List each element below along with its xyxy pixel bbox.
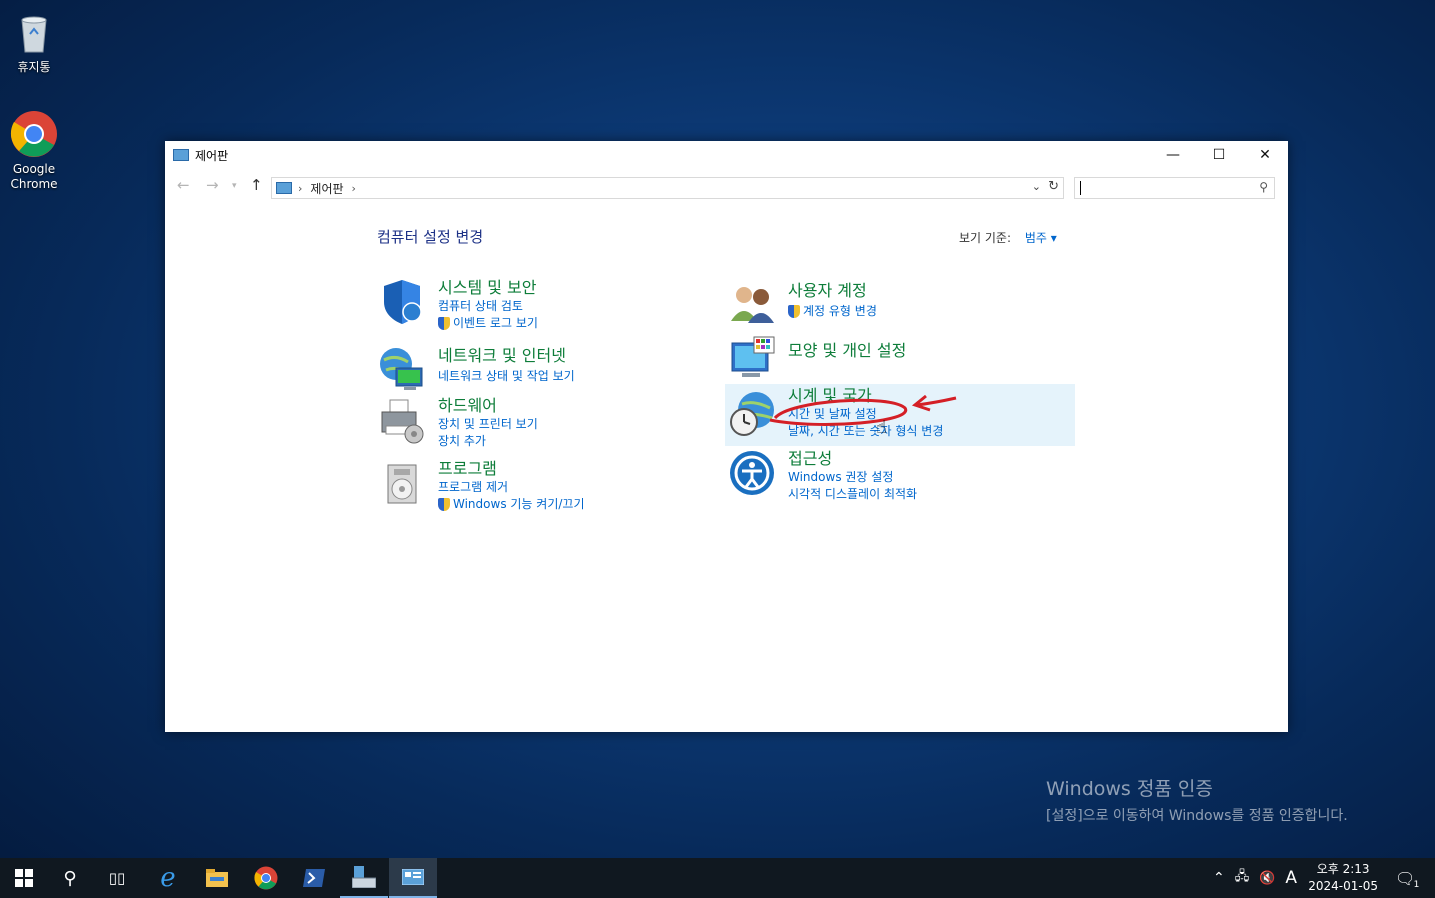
activation-title: Windows 정품 인증 (1046, 778, 1213, 800)
recycle-bin-desktop-icon[interactable]: 휴지통 (1, 8, 67, 75)
up-arrow-icon[interactable]: ↑ (250, 176, 263, 194)
maximize-button[interactable]: ☐ (1196, 141, 1242, 169)
ime-indicator[interactable]: A (1285, 868, 1297, 888)
breadcrumb-separator: › (298, 181, 303, 195)
clock-date: 2024-01-05 (1308, 879, 1378, 893)
view-by-dropdown[interactable]: 범주 ▾ (1025, 231, 1057, 245)
minimize-button[interactable]: — (1150, 141, 1196, 169)
search-input[interactable]: ⚲ (1074, 177, 1275, 199)
link-add-device[interactable]: 장치 추가 (438, 433, 538, 450)
task-view-icon[interactable]: ▯▯ (93, 858, 141, 898)
start-button[interactable] (0, 858, 48, 898)
internet-explorer-icon[interactable]: e (144, 858, 192, 898)
users-icon (728, 281, 776, 329)
chrome-taskbar-icon[interactable] (242, 858, 290, 898)
link-review-status[interactable]: 컴퓨터 상태 검토 (438, 298, 538, 315)
breadcrumb-separator[interactable]: › (352, 182, 356, 195)
recycle-bin-label: 휴지통 (17, 60, 51, 74)
windows-logo-icon (15, 869, 33, 887)
page-heading: 컴퓨터 설정 변경 (377, 228, 484, 246)
uac-shield-icon (438, 317, 450, 330)
activation-watermark: Windows 정품 인증 [설정]으로 이동하여 Windows를 정품 인증… (1046, 774, 1348, 825)
taskbar-clock[interactable]: 오후 2:13 2024-01-05 (1308, 861, 1378, 895)
title-bar[interactable]: 제어판 (165, 141, 1288, 169)
chrome-icon (10, 110, 58, 158)
category-title[interactable]: 네트워크 및 인터넷 (438, 346, 575, 366)
link-network-status[interactable]: 네트워크 상태 및 작업 보기 (438, 368, 575, 385)
link-windows-features[interactable]: Windows 기능 켜기/끄기 (438, 496, 584, 513)
hand-cursor-icon: ☝ (876, 417, 887, 438)
uac-shield-icon (788, 305, 800, 318)
search-icon: ⚲ (1259, 180, 1268, 194)
chrome-desktop-icon[interactable]: Google Chrome (1, 110, 67, 192)
network-globe-icon (378, 346, 426, 394)
link-uninstall-program[interactable]: 프로그램 제거 (438, 479, 584, 496)
powershell-icon[interactable] (290, 858, 338, 898)
notification-count: 1 (1413, 879, 1420, 890)
close-button[interactable]: ✕ (1242, 141, 1288, 169)
volume-muted-icon[interactable]: 🔇 (1259, 871, 1275, 886)
control-panel-window: 제어판 — ☐ ✕ ← → ▾ ↑ › 제어판 › ⌄ ↻ ⚲ 컴퓨터 설정 변… (165, 141, 1288, 732)
view-by: 보기 기준: 범주 ▾ (959, 229, 1057, 246)
server-manager-icon[interactable] (340, 858, 388, 898)
category-hardware[interactable]: 하드웨어 장치 및 프린터 보기 장치 추가 (378, 396, 708, 458)
recent-locations-icon[interactable]: ▾ (232, 181, 237, 191)
red-annotation-mark (769, 394, 957, 426)
breadcrumb-control-panel[interactable]: 제어판 (310, 180, 343, 197)
category-title[interactable]: 하드웨어 (438, 396, 538, 416)
category-title[interactable]: 프로그램 (438, 459, 584, 479)
file-explorer-icon[interactable] (193, 858, 241, 898)
category-title[interactable]: 접근성 (788, 449, 917, 469)
category-title[interactable]: 사용자 계정 (788, 281, 877, 301)
notification-icon[interactable]: 🗨 1 (1395, 869, 1419, 890)
category-title[interactable]: 모양 및 개인 설정 (788, 341, 906, 361)
control-panel-icon (173, 149, 189, 161)
back-arrow-icon[interactable]: ← (177, 176, 190, 194)
search-icon[interactable]: ⚲ (46, 858, 94, 898)
category-ease-of-access[interactable]: 접근성 Windows 권장 설정 시각적 디스플레이 최적화 (728, 449, 1058, 511)
network-icon[interactable]: 🖧 (1235, 867, 1250, 889)
category-user-accounts[interactable]: 사용자 계정 계정 유형 변경 (728, 281, 1058, 343)
navigation-bar: ← → ▾ ↑ › 제어판 › ⌄ ↻ ⚲ (165, 174, 1288, 200)
control-panel-icon (276, 182, 292, 194)
recycle-bin-icon (10, 8, 58, 56)
programs-icon (378, 459, 426, 507)
window-title: 제어판 (195, 148, 229, 163)
activation-subtitle: [설정]으로 이동하여 Windows를 정품 인증합니다. (1046, 808, 1348, 824)
chrome-label: Google Chrome (10, 162, 58, 191)
forward-arrow-icon[interactable]: → (206, 176, 219, 194)
link-recommended-settings[interactable]: Windows 권장 설정 (788, 469, 917, 486)
taskbar: ⚲ ▯▯ e ⌃ 🖧 🔇 A 오후 2:13 2024-01-05 🗨 1 (0, 858, 1435, 898)
category-programs[interactable]: 프로그램 프로그램 제거 Windows 기능 켜기/끄기 (378, 459, 708, 521)
link-view-event-logs[interactable]: 이벤트 로그 보기 (438, 315, 538, 332)
shield-icon (378, 278, 426, 326)
link-change-account-type[interactable]: 계정 유형 변경 (788, 303, 877, 320)
link-devices-printers[interactable]: 장치 및 프린터 보기 (438, 416, 538, 433)
accessibility-icon (728, 449, 776, 497)
category-title[interactable]: 시스템 및 보안 (438, 278, 538, 298)
link-optimize-display[interactable]: 시각적 디스플레이 최적화 (788, 486, 917, 503)
control-panel-taskbar-icon[interactable] (389, 858, 437, 898)
category-system-security[interactable]: 시스템 및 보안 컴퓨터 상태 검토 이벤트 로그 보기 (378, 278, 708, 340)
display-palette-icon (728, 335, 776, 383)
address-bar[interactable]: › 제어판 › ⌄ ↻ (271, 177, 1064, 199)
chevron-up-icon[interactable]: ⌃ (1213, 870, 1225, 886)
refresh-icon[interactable]: ↻ (1048, 179, 1059, 194)
uac-shield-icon (438, 498, 450, 511)
clock-time: 오후 2:13 (1316, 862, 1370, 876)
view-by-label: 보기 기준: (959, 231, 1012, 245)
chevron-down-icon[interactable]: ⌄ (1032, 180, 1041, 193)
printer-icon (378, 396, 426, 444)
